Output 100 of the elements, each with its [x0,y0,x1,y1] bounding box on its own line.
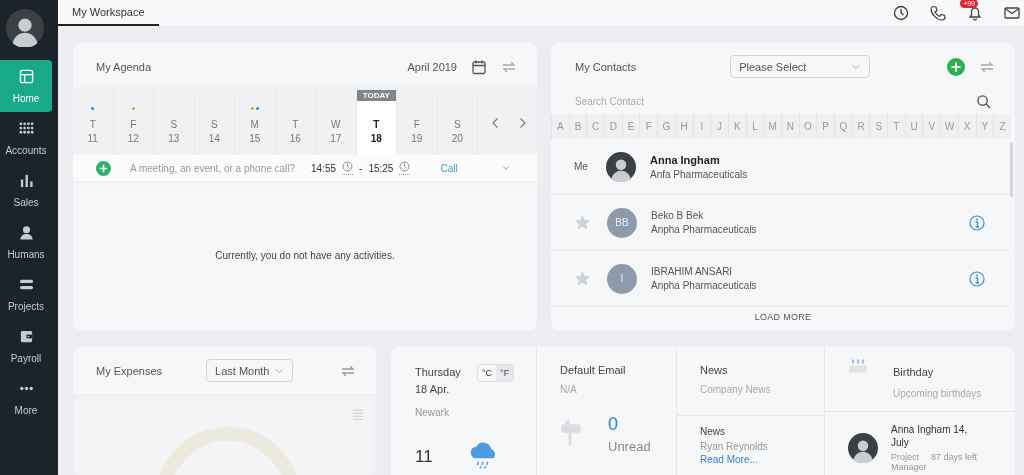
info-icon[interactable] [969,270,985,287]
letter-filter[interactable]: T [887,114,905,139]
calendar-icon[interactable] [471,58,487,75]
grid-icon [18,120,34,136]
bar-chart-icon [18,172,34,188]
scrollbar[interactable] [1010,142,1013,197]
letter-filter[interactable]: S [869,114,888,139]
city-name: Newark [415,407,450,418]
birthday-subtitle: Upcoming birthdays [893,388,982,399]
period-select[interactable]: Last Month [206,359,294,382]
letter-filter[interactable]: U [904,114,923,139]
nav-item[interactable]: Humans [0,216,52,268]
unit-toggle[interactable]: °F [496,365,514,381]
info-icon[interactable] [969,214,985,231]
letter-filter[interactable]: Y [975,114,994,139]
star-icon[interactable] [574,270,591,287]
letter-filter[interactable]: P [816,114,834,139]
bell-icon[interactable] [967,5,983,21]
letter-filter[interactable]: L [745,114,764,139]
contact-filter-select[interactable]: Please Select [730,55,871,78]
news-title: News [700,426,726,437]
end-time[interactable]: 15:25 [368,162,394,174]
nav-item[interactable]: Accounts [0,112,52,164]
letter-filter[interactable]: E [621,114,640,139]
contact-company: Anfa Pharmaceuticals [650,168,748,180]
day-cell[interactable]: TODAY T 18 [356,90,397,155]
cake-icon [848,358,868,374]
search-field[interactable]: Search Contact [575,95,976,107]
letter-filter[interactable]: C [586,114,605,139]
letter-filter[interactable]: H [674,114,693,139]
unread-count: 0 [608,414,619,435]
job-title: Project Manager [891,452,925,472]
letter-filter[interactable]: G [657,114,675,139]
card-title: My Expenses [96,364,163,377]
avatar-icon [6,9,44,47]
mail-icon[interactable] [1004,5,1020,21]
letter-filter[interactable]: N [780,114,799,139]
clock-icon[interactable] [893,5,909,21]
contact-name: Anna Ingham [650,153,721,166]
section-title: News [700,364,729,376]
avatar-icon [606,151,636,182]
person-icon [18,224,34,240]
today-label: TODAY [356,90,396,101]
caret-icon [502,164,511,172]
phone-icon[interactable] [930,5,946,21]
nav-item[interactable]: Payroll [0,320,52,372]
type-select[interactable]: Call [440,162,511,174]
temperature: 11 [415,447,433,467]
layout-icon [18,68,34,84]
month-label: April 2019 [407,60,457,73]
add-icon[interactable] [96,160,111,176]
unit-toggle[interactable]: °C [478,365,497,381]
contact-initials: I [607,263,637,294]
letter-filter[interactable]: R [851,114,870,139]
me-label: Me [574,161,589,172]
letter-filter[interactable]: W [940,114,958,139]
letter-filter[interactable]: D [604,114,622,139]
workspace-tab[interactable]: My Workspace [58,0,159,26]
unread-label: Unread [608,439,651,454]
letter-filter[interactable]: Q [834,114,852,139]
email-address: N/A [560,384,578,395]
birthday-name: Anna Ingham 14, July [891,423,969,449]
section-title: Default Email [560,364,627,376]
letter-filter[interactable]: Z [993,114,1011,139]
contact-initials: BB [607,207,637,238]
nav-item[interactable]: Sales [0,164,52,216]
letter-filter[interactable]: F [639,114,658,139]
letter-filter[interactable]: B [568,114,587,139]
news-subtitle: Company News [700,384,772,395]
letter-filter[interactable]: O [798,114,817,139]
read-more-link[interactable]: Read More... [700,454,758,465]
time-separator: - [359,162,363,174]
news-excerpt: Ryan Reynolds Read More... [700,440,769,466]
days-left: 87 days left [931,452,978,464]
contact-name: IBRAHIM ANSARI [651,266,734,277]
start-time[interactable]: 14:55 [311,162,337,174]
contact-company: Anpha Pharmaceuticals [651,224,757,235]
activity-input[interactable]: A meeting, an event, or a phone call? [130,162,305,174]
letter-filter[interactable]: X [957,114,976,139]
nav-item[interactable]: More [0,372,52,424]
avatar-icon [848,432,878,463]
wallet-icon [18,328,34,344]
contact-company: Anpha Pharmaceuticals [651,280,757,291]
letter-filter[interactable]: J [710,114,728,139]
empty-message: Currently, you do not have any activities. [215,250,395,261]
letter-filter[interactable]: K [727,114,746,139]
letter-filter[interactable]: A [551,114,569,139]
contact-name: Beko B Bek [651,210,705,221]
nav-item[interactable]: Home [0,60,52,112]
letter-filter[interactable]: M [763,114,781,139]
load-more-button[interactable]: LOAD MORE [551,303,1015,330]
add-icon[interactable] [947,57,965,76]
card-title: My Agenda [96,60,152,73]
nav-item[interactable]: Projects [0,268,52,320]
weather-date: Thursday 18 Apr. [415,365,462,397]
section-title: Birthday [893,366,935,378]
letter-filter[interactable]: V [922,114,941,139]
card-title: My Contacts [575,60,637,73]
search-icon[interactable] [976,93,991,109]
star-icon[interactable] [574,214,591,231]
